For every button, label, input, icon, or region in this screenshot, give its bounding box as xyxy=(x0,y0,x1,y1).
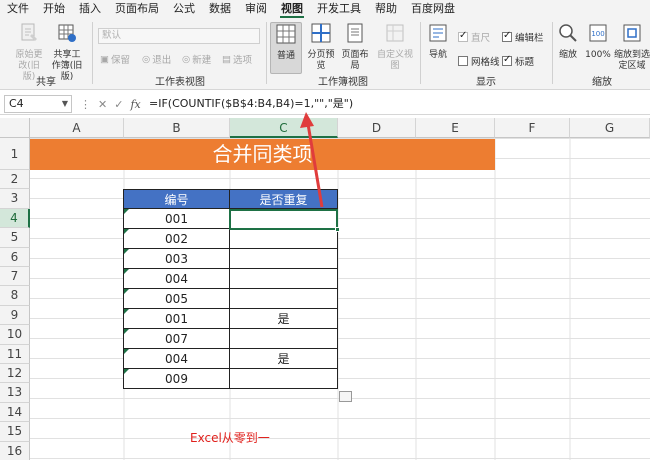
footer-caption: Excel从零到一 xyxy=(190,431,270,445)
arrow-line xyxy=(306,123,324,208)
annotation-arrow xyxy=(300,112,324,208)
arrow-head xyxy=(300,112,314,128)
